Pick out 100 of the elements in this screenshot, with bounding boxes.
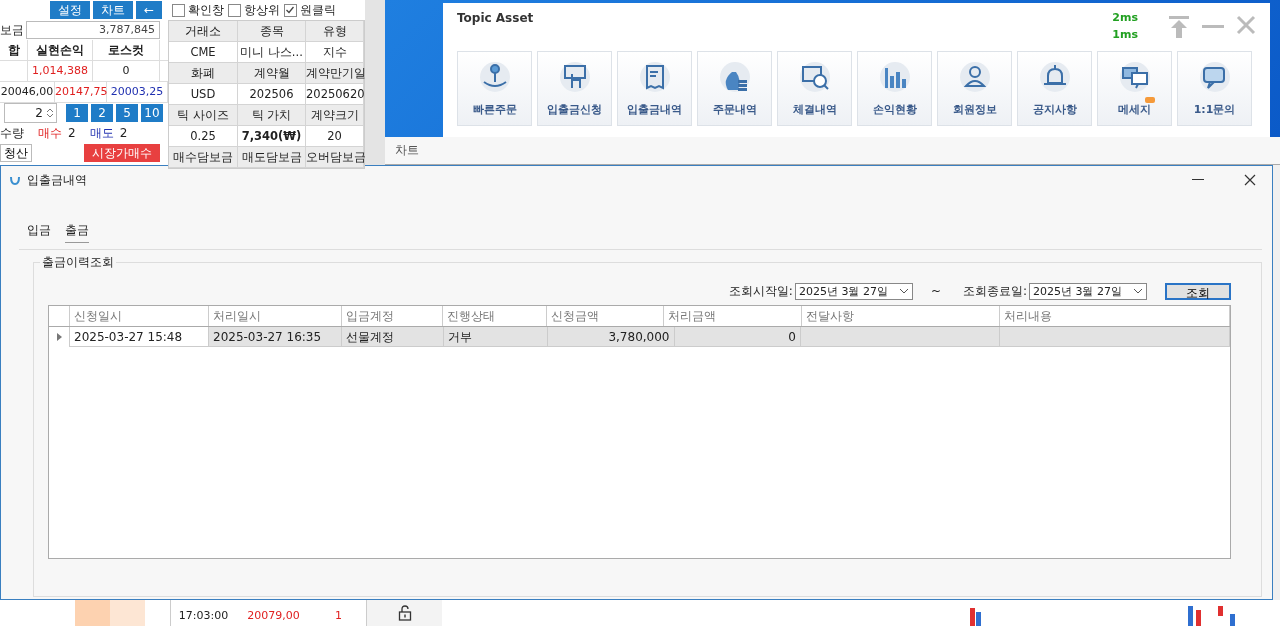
column-header: 실현손익 bbox=[28, 40, 93, 60]
column-header: 유형 bbox=[306, 21, 364, 42]
column-header: 거래소 bbox=[169, 21, 238, 42]
toolbar-button[interactable]: ← bbox=[135, 1, 162, 19]
column-header: 틱 사이즈 bbox=[169, 105, 238, 126]
bubble-icon bbox=[1197, 60, 1232, 94]
menu-tile[interactable]: 입출금신청 bbox=[537, 51, 612, 126]
quantity-button[interactable]: 10 bbox=[141, 104, 163, 122]
bell-icon bbox=[1037, 60, 1072, 94]
close-icon[interactable] bbox=[1244, 174, 1256, 186]
table-cell: 20250620 bbox=[306, 84, 364, 105]
table-cell: 3,780,000 bbox=[548, 327, 675, 347]
table-cell: 2025-03-27 15:48 bbox=[70, 327, 209, 347]
table-cell: 미니 나스... bbox=[238, 42, 306, 63]
minimize-icon[interactable] bbox=[1192, 179, 1204, 181]
menu-tile[interactable]: 공지사항 bbox=[1017, 51, 1092, 126]
range-separator: ~ bbox=[930, 284, 941, 298]
table-cell: 0 bbox=[674, 327, 801, 347]
menu-tile[interactable]: 빠른주문 bbox=[457, 51, 532, 126]
column-header: 처리내용 bbox=[1000, 306, 1230, 326]
table-cell: 선물계정 bbox=[342, 327, 444, 347]
search-button[interactable]: 조회 bbox=[1165, 282, 1231, 300]
menu-tile[interactable]: 회원정보 bbox=[937, 51, 1012, 126]
column-header: 종목 bbox=[238, 21, 306, 42]
market-buy-button[interactable]: 시장가매수 bbox=[84, 144, 160, 162]
column-header: 로스컷 bbox=[93, 40, 160, 60]
table-cell: 7,340(₩) bbox=[238, 126, 306, 147]
latency-label: 1ms bbox=[1112, 28, 1138, 41]
buy-label: 매수 bbox=[38, 124, 62, 142]
column-header: 매도담보금 bbox=[238, 147, 306, 168]
menu-tile[interactable]: 주문내역 bbox=[697, 51, 772, 126]
date-picker[interactable]: 2025년 3월 27일 bbox=[1029, 282, 1147, 300]
tab[interactable]: 출금 bbox=[65, 222, 89, 243]
table-cell: 20 bbox=[306, 126, 364, 147]
group-title: 출금이력조회 bbox=[40, 254, 116, 271]
menu-tile[interactable]: 손익현황 bbox=[857, 51, 932, 126]
sell-quantity: 2 bbox=[119, 126, 128, 140]
column-header: 오버담보금 bbox=[306, 147, 364, 168]
app-icon bbox=[9, 174, 21, 186]
close-position-button[interactable]: 청산 bbox=[0, 144, 32, 162]
table-cell: 202506 bbox=[238, 84, 306, 105]
price-cell: 20147,75 bbox=[55, 82, 107, 102]
table-cell: 2025-03-27 16:35 bbox=[209, 327, 342, 347]
table-cell: 0.25 bbox=[169, 126, 238, 147]
column-header: 계약크기 bbox=[306, 105, 364, 126]
checkbox-label: 확인창 bbox=[188, 1, 224, 19]
bars-icon bbox=[877, 60, 912, 94]
checkbox-label: 원클릭 bbox=[300, 1, 336, 19]
sell-label: 매도 bbox=[89, 124, 114, 142]
magnifier-icon bbox=[797, 60, 832, 94]
checkbox[interactable] bbox=[284, 3, 297, 17]
table-cell: 0 bbox=[93, 61, 160, 81]
quantity-button[interactable]: 5 bbox=[116, 104, 138, 122]
column-header: 입금계정 bbox=[341, 306, 444, 326]
table-cell: 지수 bbox=[306, 42, 364, 63]
receipt-icon bbox=[637, 60, 672, 94]
margin-field: 3,787,845 bbox=[26, 21, 160, 39]
date-picker[interactable]: 2025년 3월 27일 bbox=[794, 282, 913, 300]
window-title: Topic Asset bbox=[457, 11, 535, 25]
menu-tile[interactable]: 입출금내역 bbox=[617, 51, 692, 126]
checkbox-label: 항상위 bbox=[244, 1, 280, 19]
quantity-button[interactable]: 1 bbox=[66, 104, 88, 122]
price-cell: 20046,00 bbox=[0, 82, 55, 102]
column-header: 신청금액 bbox=[547, 306, 664, 326]
column-header: 계약만기일 bbox=[306, 63, 364, 84]
table-cell: USD bbox=[169, 84, 238, 105]
date-label: 조회종료일: bbox=[962, 282, 1027, 300]
column-header: 신청일시 bbox=[70, 306, 209, 326]
date-label: 조회시작일: bbox=[728, 282, 793, 300]
column-header: 합 bbox=[0, 40, 28, 60]
column-header: 화폐 bbox=[169, 63, 238, 84]
menu-tile[interactable]: 체결내역 bbox=[777, 51, 852, 126]
table-cell: 1,014,388 bbox=[28, 61, 93, 81]
order-book-drawing bbox=[75, 600, 145, 626]
quantity-button[interactable]: 2 bbox=[91, 104, 113, 122]
column-header: 매수담보금 bbox=[169, 147, 238, 168]
column-header: 틱 가치 bbox=[238, 105, 306, 126]
unlock-icon[interactable] bbox=[397, 605, 412, 621]
table-cell: 거부 bbox=[444, 327, 548, 347]
column-header: 계약월 bbox=[238, 63, 306, 84]
window-title: 입출금내역 bbox=[27, 171, 88, 189]
trade-price: 20079,00 bbox=[246, 608, 301, 624]
chart-tab[interactable]: 차트 bbox=[395, 142, 419, 159]
toolbar-button[interactable]: 차트 bbox=[92, 1, 133, 19]
menu-tile[interactable]: 메세지 bbox=[1097, 51, 1172, 126]
trade-quantity: 1 bbox=[334, 608, 343, 624]
quantity-spinner[interactable]: 2 bbox=[4, 103, 57, 123]
checkbox[interactable] bbox=[228, 3, 241, 17]
column-header: 처리일시 bbox=[208, 306, 342, 326]
toolbar-button[interactable]: 설정 bbox=[49, 1, 90, 19]
tab[interactable]: 입금 bbox=[27, 222, 51, 242]
column-header: 진행상태 bbox=[443, 306, 548, 326]
person-icon bbox=[957, 60, 992, 94]
trade-time: 17:03:00 bbox=[177, 608, 230, 624]
table-cell: CME bbox=[169, 42, 238, 63]
row-indicator-icon bbox=[56, 333, 62, 341]
buy-quantity: 2 bbox=[68, 126, 76, 140]
checkbox[interactable] bbox=[172, 3, 185, 17]
menu-tile[interactable]: 1:1문의 bbox=[1177, 51, 1252, 126]
column-header: 전달사항 bbox=[801, 306, 1001, 326]
